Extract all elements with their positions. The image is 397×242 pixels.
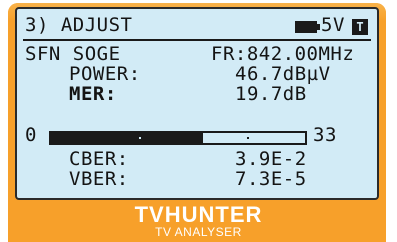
channel-name: SFN SOGE — [25, 43, 121, 65]
mode-badge: T — [352, 19, 368, 35]
frequency-readout: FR:842.00MHz — [211, 43, 355, 65]
mer-label: MER: — [69, 83, 117, 105]
mer-bar-min: 0 — [25, 124, 37, 146]
mer-level-fill — [51, 133, 204, 143]
bar-tick — [139, 137, 141, 139]
lcd-screen: 3) ADJUST 5V T SFN SOGE FR:842.00MHz POW… — [15, 7, 379, 200]
mer-level-bar — [49, 131, 307, 145]
battery-icon — [295, 21, 320, 33]
cber-value: 3.9E-2 — [235, 148, 307, 170]
bar-tick — [247, 137, 249, 139]
mer-value: 19.7dB — [235, 83, 307, 105]
vber-value: 7.3E-5 — [235, 168, 307, 190]
header-divider — [23, 39, 371, 41]
voltage-label: 5V — [321, 14, 345, 36]
power-value: 46.7dBµV — [235, 63, 331, 85]
vber-label: VBER: — [69, 168, 129, 190]
screen-title: 3) ADJUST — [25, 14, 133, 36]
brand-subtitle: TV ANALYSER — [155, 225, 242, 239]
mer-bar-max: 33 — [313, 124, 337, 146]
cber-label: CBER: — [69, 148, 129, 170]
power-label: POWER: — [69, 63, 141, 85]
